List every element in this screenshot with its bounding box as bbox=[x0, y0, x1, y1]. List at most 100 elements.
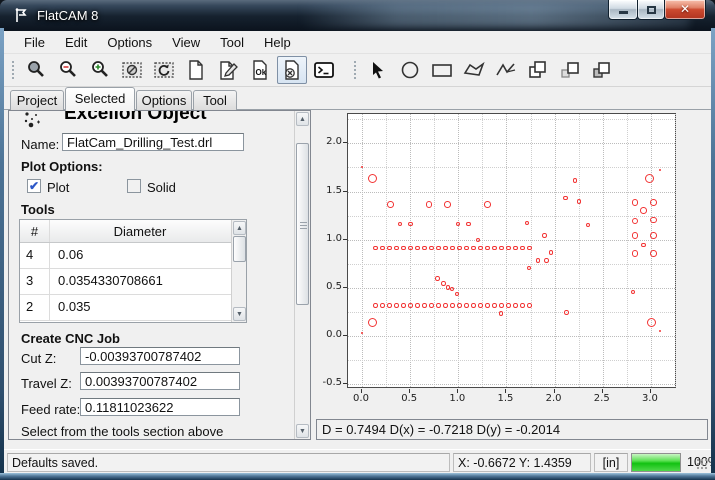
draw-path-button[interactable] bbox=[491, 56, 521, 84]
travel-z-input[interactable] bbox=[80, 372, 240, 390]
scroll-up-icon[interactable]: ▲ bbox=[233, 221, 246, 235]
drill-hole-marker bbox=[450, 287, 454, 291]
svg-text:Ok: Ok bbox=[256, 68, 267, 77]
tools-table-header[interactable]: # Diameter bbox=[20, 220, 246, 243]
draw-circle-button[interactable] bbox=[395, 56, 425, 84]
new-file-button[interactable] bbox=[181, 56, 211, 84]
tool-number[interactable]: 2 bbox=[20, 295, 50, 320]
drill-hole-marker bbox=[573, 178, 577, 182]
tools-scrollbar-thumb[interactable] bbox=[233, 236, 246, 262]
copy-shape-button[interactable] bbox=[523, 56, 553, 84]
feed-rate-input[interactable] bbox=[80, 398, 240, 416]
drill-hole-marker bbox=[527, 246, 531, 250]
gridline-v bbox=[603, 114, 604, 387]
plot-checkbox-label[interactable]: Plot bbox=[47, 180, 69, 195]
col-header-diameter[interactable]: Diameter bbox=[50, 220, 246, 242]
toolbar-drag-handle[interactable] bbox=[10, 59, 15, 81]
tool-number[interactable]: 3 bbox=[20, 269, 50, 294]
tool-diameter[interactable]: 0.035 bbox=[50, 295, 246, 320]
menu-help[interactable]: Help bbox=[254, 32, 301, 53]
col-header-num[interactable]: # bbox=[20, 220, 50, 242]
zoom-in-button[interactable] bbox=[85, 56, 115, 84]
panel-scrollbar-thumb[interactable] bbox=[296, 143, 309, 305]
panel-scrollbar[interactable]: ▲ ▼ bbox=[294, 111, 310, 439]
window-border-right bbox=[711, 28, 715, 480]
cancel-file-button[interactable] bbox=[277, 56, 307, 84]
draw-rectangle-button[interactable] bbox=[427, 56, 457, 84]
tab-project[interactable]: Project bbox=[10, 90, 64, 110]
zoom-fit-button[interactable] bbox=[21, 56, 51, 84]
tool-number[interactable]: 4 bbox=[20, 243, 50, 268]
clear-plot-button[interactable] bbox=[117, 56, 147, 84]
drill-hole-marker bbox=[436, 246, 440, 250]
feed-rate-label: Feed rate: bbox=[21, 402, 80, 417]
tool-row[interactable]: 40.06 bbox=[20, 243, 246, 269]
progress-bar-fill bbox=[632, 454, 680, 471]
name-input[interactable] bbox=[62, 133, 244, 151]
menu-edit[interactable]: Edit bbox=[55, 32, 97, 53]
drill-hole-marker bbox=[368, 174, 377, 183]
maximize-button[interactable] bbox=[637, 0, 665, 20]
drill-hole-marker bbox=[387, 303, 391, 307]
scroll-down-icon[interactable]: ▼ bbox=[233, 307, 246, 321]
cut-z-input[interactable] bbox=[80, 347, 240, 365]
main-area: Excellon Object Name: Plot Options: ✔ Pl… bbox=[4, 110, 711, 449]
duplicate-shape-button[interactable] bbox=[587, 56, 617, 84]
shell-icon bbox=[313, 59, 335, 81]
tool-diameter[interactable]: 0.06 bbox=[50, 243, 246, 268]
close-button[interactable]: ✕ bbox=[664, 0, 706, 20]
tab-options[interactable]: Options bbox=[136, 90, 192, 110]
zoom-out-button[interactable] bbox=[53, 56, 83, 84]
tool-row[interactable]: 30.0354330708661 bbox=[20, 269, 246, 295]
minimize-button[interactable] bbox=[608, 0, 638, 20]
drill-hole-marker bbox=[586, 223, 590, 227]
tools-table-scrollbar[interactable]: ▲ ▼ bbox=[231, 220, 246, 322]
panel-scroll-up-icon[interactable]: ▲ bbox=[296, 112, 309, 126]
draw-polygon-button[interactable] bbox=[459, 56, 489, 84]
cnc-section-heading: Create CNC Job bbox=[21, 331, 120, 346]
drill-hole-marker bbox=[659, 169, 661, 171]
drill-hole-marker bbox=[422, 303, 426, 307]
move-shape-button[interactable] bbox=[555, 56, 585, 84]
drill-hole-marker bbox=[542, 233, 546, 237]
drill-hole-marker bbox=[577, 199, 581, 203]
menu-file[interactable]: File bbox=[14, 32, 55, 53]
solid-checkbox-label[interactable]: Solid bbox=[147, 180, 176, 195]
menu-options[interactable]: Options bbox=[97, 32, 162, 53]
x-tick-label: 3.0 bbox=[635, 393, 665, 404]
menu-tool[interactable]: Tool bbox=[210, 32, 254, 53]
edit-file-icon bbox=[217, 59, 239, 81]
ok-file-icon: Ok bbox=[249, 59, 271, 81]
path-tool-icon bbox=[494, 59, 518, 81]
object-heading-clipped: Excellon Object bbox=[64, 111, 284, 128]
tools-table[interactable]: # Diameter 40.0630.035433070866120.035 ▲… bbox=[19, 219, 247, 323]
gridline-h bbox=[348, 143, 675, 144]
toolbar2-drag-handle[interactable] bbox=[352, 59, 357, 81]
rectangle-tool-icon bbox=[430, 59, 454, 81]
tab-tool[interactable]: Tool bbox=[193, 90, 237, 110]
save-ok-button[interactable]: Ok bbox=[245, 56, 275, 84]
title-bar[interactable]: FlatCAM 8 ✕ bbox=[0, 0, 715, 31]
select-tool-button[interactable] bbox=[363, 56, 393, 84]
tool-diameter[interactable]: 0.0354330708661 bbox=[50, 269, 246, 294]
panel-scroll-down-icon[interactable]: ▼ bbox=[296, 424, 309, 438]
drill-hole-marker bbox=[456, 222, 460, 226]
solid-checkbox[interactable] bbox=[127, 179, 141, 193]
open-edit-file-button[interactable] bbox=[213, 56, 243, 84]
plot-checkbox[interactable]: ✔ bbox=[27, 179, 41, 193]
menu-view[interactable]: View bbox=[162, 32, 210, 53]
shell-button[interactable] bbox=[309, 56, 339, 84]
menu-bar: File Edit Options View Tool Help bbox=[4, 31, 711, 54]
replot-button[interactable] bbox=[149, 56, 179, 84]
drill-hole-marker bbox=[499, 303, 503, 307]
tool-row[interactable]: 20.035 bbox=[20, 295, 246, 321]
clear-plot-icon bbox=[121, 59, 143, 81]
drill-hole-marker bbox=[471, 303, 475, 307]
progress-bar bbox=[631, 453, 681, 472]
plot-canvas[interactable] bbox=[347, 113, 676, 388]
resize-grip[interactable] bbox=[696, 458, 708, 470]
gridline-h bbox=[348, 119, 675, 120]
tools-label: Tools bbox=[21, 202, 55, 217]
tab-selected[interactable]: Selected bbox=[65, 87, 135, 111]
y-tick-mark bbox=[343, 142, 347, 143]
